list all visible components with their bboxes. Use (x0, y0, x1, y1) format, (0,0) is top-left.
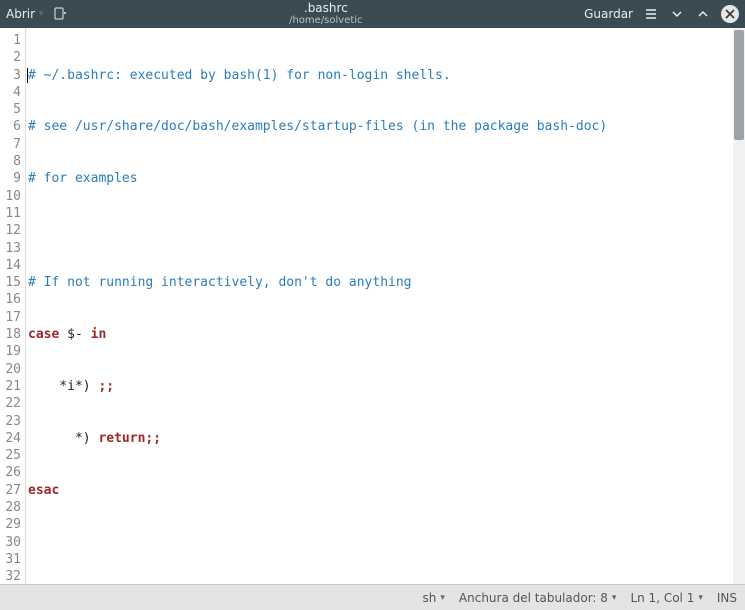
line-number: 8 (0, 153, 21, 170)
line-number: 19 (0, 343, 21, 360)
line-number: 24 (0, 430, 21, 447)
chevron-down-icon: ▾ (39, 9, 44, 19)
language-label: sh (423, 591, 437, 605)
line-number: 12 (0, 222, 21, 239)
line-number: 5 (0, 101, 21, 118)
line-number: 28 (0, 499, 21, 516)
text-editor[interactable]: 1234567891011121314151617181920212223242… (0, 28, 745, 584)
open-label: Abrir (6, 7, 35, 21)
line-number: 2 (0, 49, 21, 66)
new-document-icon[interactable] (52, 6, 68, 22)
tab-width-label: Anchura del tabulador: 8 (459, 591, 608, 605)
statusbar: sh ▾ Anchura del tabulador: 8 ▾ Ln 1, Co… (0, 584, 745, 610)
line-number: 9 (0, 170, 21, 187)
line-number: 30 (0, 534, 21, 551)
maximize-icon[interactable] (695, 6, 711, 22)
window-title: .bashrc /home/solvetic (68, 2, 585, 26)
line-number: 26 (0, 464, 21, 481)
line-number: 10 (0, 188, 21, 205)
line-number: 20 (0, 361, 21, 378)
line-number: 16 (0, 291, 21, 308)
line-number: 6 (0, 118, 21, 135)
insert-mode[interactable]: INS (717, 591, 737, 605)
hamburger-menu-icon[interactable] (643, 6, 659, 22)
titlebar: Abrir ▾ .bashrc /home/solvetic Guardar (0, 0, 745, 28)
vertical-scrollbar[interactable] (733, 28, 745, 584)
line-number: 11 (0, 205, 21, 222)
save-button[interactable]: Guardar (584, 7, 633, 21)
line-number: 23 (0, 413, 21, 430)
cursor-position-selector[interactable]: Ln 1, Col 1 ▾ (630, 591, 702, 605)
minimize-icon[interactable] (669, 6, 685, 22)
open-button[interactable]: Abrir ▾ (6, 7, 44, 21)
line-number: 15 (0, 274, 21, 291)
chevron-down-icon: ▾ (440, 593, 445, 603)
tab-width-selector[interactable]: Anchura del tabulador: 8 ▾ (459, 591, 617, 605)
scrollbar-thumb[interactable] (734, 30, 744, 140)
line-number: 7 (0, 136, 21, 153)
line-number: 32 (0, 568, 21, 584)
filename: .bashrc (68, 2, 585, 15)
chevron-down-icon: ▾ (698, 593, 703, 603)
close-icon[interactable] (721, 5, 739, 23)
line-number: 1 (0, 32, 21, 49)
line-number: 13 (0, 240, 21, 257)
line-number: 14 (0, 257, 21, 274)
language-selector[interactable]: sh ▾ (423, 591, 445, 605)
code-area[interactable]: # ~/.bashrc: executed by bash(1) for non… (26, 28, 733, 584)
line-number: 3 (0, 67, 21, 84)
chevron-down-icon: ▾ (612, 593, 617, 603)
line-number: 31 (0, 551, 21, 568)
line-number-gutter: 1234567891011121314151617181920212223242… (0, 28, 26, 584)
line-number: 17 (0, 309, 21, 326)
cursor-position: Ln 1, Col 1 (630, 591, 694, 605)
line-number: 29 (0, 516, 21, 533)
filepath: /home/solvetic (68, 15, 585, 26)
line-number: 25 (0, 447, 21, 464)
line-number: 4 (0, 84, 21, 101)
line-number: 27 (0, 482, 21, 499)
line-number: 18 (0, 326, 21, 343)
line-number: 21 (0, 378, 21, 395)
line-number: 22 (0, 395, 21, 412)
